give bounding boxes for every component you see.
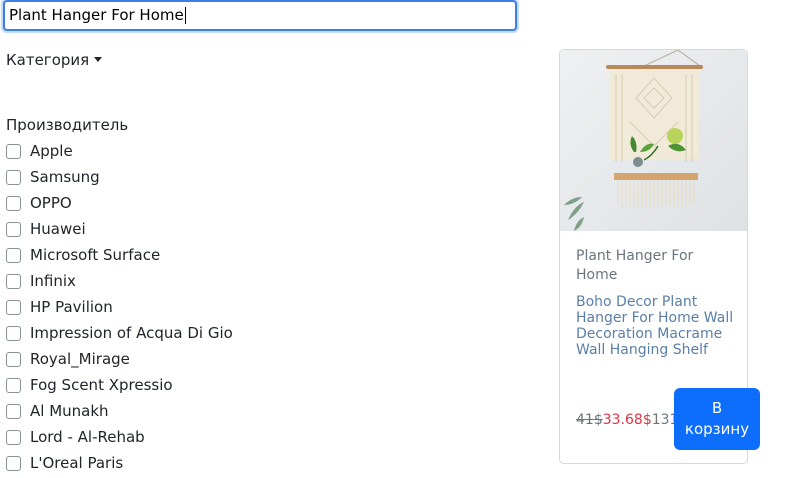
brand-checkbox[interactable] (6, 273, 21, 289)
brand-checkbox[interactable] (6, 247, 21, 263)
brand-filter-item[interactable]: Huawei (6, 216, 233, 242)
brand-checkbox[interactable] (6, 351, 21, 367)
brand-label: Al Munakh (30, 402, 109, 420)
brand-checkbox[interactable] (6, 299, 21, 315)
brand-checkbox[interactable] (6, 403, 21, 419)
brand-filter-item[interactable]: Lord - Al-Rehab (6, 424, 233, 450)
brand-filter-item[interactable]: Impression of Acqua Di Gio (6, 320, 233, 346)
brand-checkbox[interactable] (6, 377, 21, 393)
brand-label: HP Pavilion (30, 298, 113, 316)
search-input[interactable]: Plant Hanger For Home (3, 0, 517, 31)
category-dropdown[interactable]: Категория (6, 51, 103, 69)
brand-filter-item[interactable]: Fog Scent Xpressio (6, 372, 233, 398)
brand-checkbox[interactable] (6, 325, 21, 341)
brand-filter-item[interactable]: Al Munakh (6, 398, 233, 424)
brand-checkbox[interactable] (6, 143, 21, 159)
brand-label: Fog Scent Xpressio (30, 376, 173, 394)
brand-filter-list: Apple Samsung OPPO Huawei Microsoft Surf… (6, 138, 233, 476)
macrame-plant-hanger-image[interactable] (560, 50, 747, 231)
brand-filter-item[interactable]: L'Oreal Paris (6, 450, 233, 476)
brand-label: Huawei (30, 220, 86, 238)
product-title[interactable]: Plant Hanger For Home (576, 247, 736, 285)
brand-checkbox[interactable] (6, 455, 21, 471)
brand-filter-item[interactable]: Samsung (6, 164, 233, 190)
brand-label: Microsoft Surface (30, 246, 161, 264)
brand-label: OPPO (30, 194, 72, 212)
brand-label: Lord - Al-Rehab (30, 428, 145, 446)
new-price: 33.68$ (602, 412, 652, 428)
brand-label: Impression of Acqua Di Gio (30, 324, 233, 342)
brand-filter-item[interactable]: HP Pavilion (6, 294, 233, 320)
brand-checkbox[interactable] (6, 221, 21, 237)
brand-filter-item[interactable]: Microsoft Surface (6, 242, 233, 268)
brand-filter-item[interactable]: OPPO (6, 190, 233, 216)
manufacturer-heading: Производитель (6, 116, 129, 134)
brand-label: L'Oreal Paris (30, 454, 124, 472)
category-label: Категория (6, 51, 90, 69)
product-description: Boho Decor Plant Hanger For Home Wall De… (576, 294, 734, 358)
brand-filter-item[interactable]: Apple (6, 138, 233, 164)
add-to-cart-button[interactable]: В корзину (674, 388, 760, 450)
brand-filter-item[interactable]: Infinix (6, 268, 233, 294)
chevron-down-icon (94, 57, 103, 62)
brand-label: Royal_Mirage (30, 350, 130, 368)
brand-label: Apple (30, 142, 73, 160)
brand-filter-item[interactable]: Royal_Mirage (6, 346, 233, 372)
brand-label: Infinix (30, 272, 76, 290)
brand-label: Samsung (30, 168, 100, 186)
search-input-value: Plant Hanger For Home (9, 6, 184, 24)
old-price: 41$ (576, 412, 603, 428)
brand-checkbox[interactable] (6, 169, 21, 185)
brand-checkbox[interactable] (6, 195, 21, 211)
brand-checkbox[interactable] (6, 429, 21, 445)
text-cursor (184, 7, 186, 24)
price-row: 41$33.68$131 (576, 412, 678, 428)
